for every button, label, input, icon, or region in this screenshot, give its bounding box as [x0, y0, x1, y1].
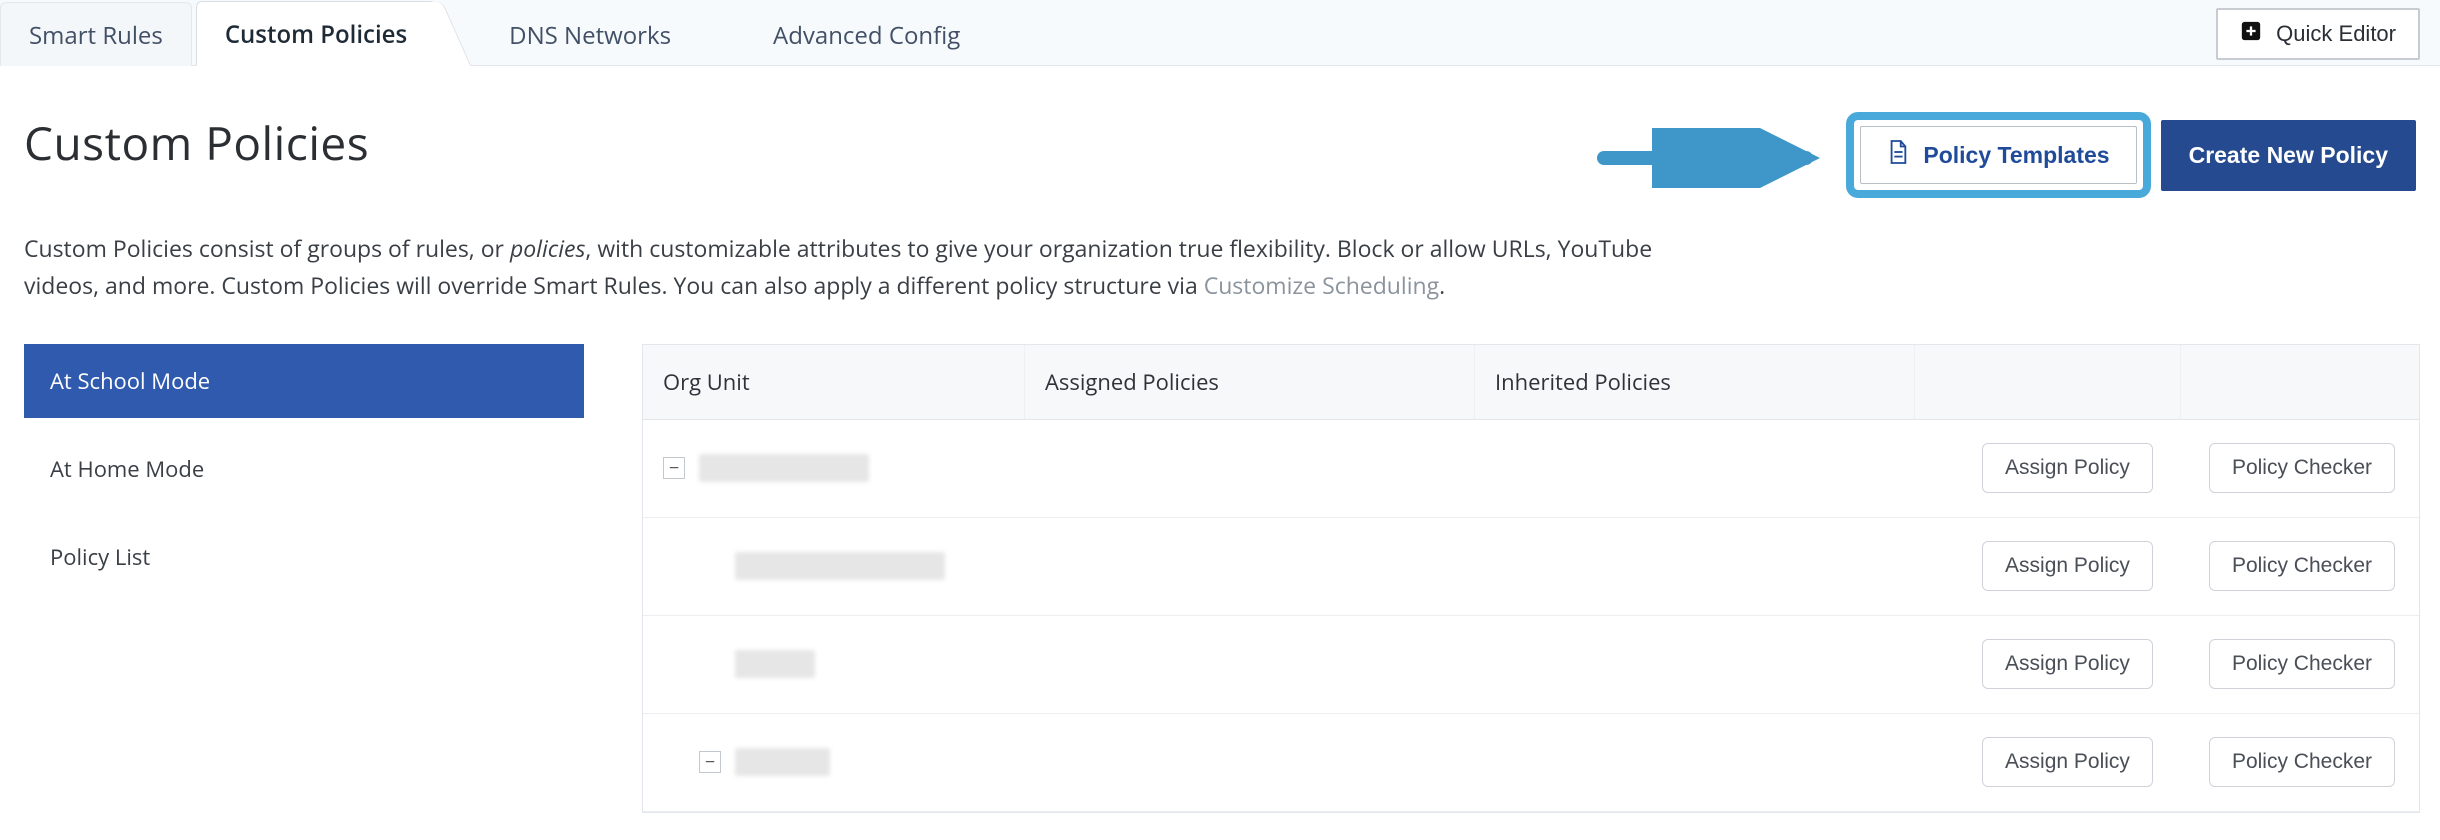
- plus-box-icon: [2240, 20, 2262, 48]
- desc-period: .: [1439, 269, 1445, 301]
- policy-checker-button[interactable]: Policy Checker: [2209, 639, 2395, 689]
- org-unit-name-redacted: [735, 650, 815, 678]
- tab-smart-rules[interactable]: Smart Rules: [0, 2, 192, 66]
- row-actions: Assign Policy Policy Checker: [1982, 737, 2399, 787]
- col-inherited-policies: Inherited Policies: [1475, 345, 1915, 419]
- collapse-icon[interactable]: −: [699, 751, 721, 773]
- assign-policy-button[interactable]: Assign Policy: [1982, 737, 2153, 787]
- row-actions: Assign Policy Policy Checker: [1982, 639, 2399, 689]
- assign-policy-button[interactable]: Assign Policy: [1982, 443, 2153, 493]
- callout-arrow-icon: [1596, 128, 1826, 195]
- col-assigned-policies: Assigned Policies: [1025, 345, 1475, 419]
- org-unit-cell: [663, 650, 1045, 678]
- sidebar: At School Mode At Home Mode Policy List: [24, 344, 584, 594]
- page-title: Custom Policies: [24, 112, 369, 174]
- create-new-policy-button[interactable]: Create New Policy: [2161, 120, 2416, 191]
- desc-part1: Custom Policies consist of groups of rul…: [24, 232, 510, 264]
- main-tabs: Smart Rules Custom Policies DNS Networks…: [0, 0, 2440, 66]
- policies-table: Org Unit Assigned Policies Inherited Pol…: [642, 344, 2420, 813]
- org-unit-cell: −: [663, 454, 1045, 482]
- col-spacer1: [1915, 345, 2181, 419]
- table-row: − Assign Policy Policy Checker: [643, 714, 2419, 812]
- customize-scheduling-link[interactable]: Customize Scheduling: [1204, 269, 1439, 301]
- tab-dns-networks[interactable]: DNS Networks: [480, 2, 700, 66]
- assign-policy-button[interactable]: Assign Policy: [1982, 541, 2153, 591]
- desc-policies-em: policies: [510, 232, 585, 264]
- header-actions: Policy Templates Create New Policy: [1846, 112, 2416, 198]
- document-icon: [1887, 139, 1909, 171]
- col-org-unit: Org Unit: [643, 345, 1025, 419]
- collapse-icon[interactable]: −: [663, 457, 685, 479]
- row-actions: Assign Policy Policy Checker: [1982, 541, 2399, 591]
- tab-advanced-config[interactable]: Advanced Config: [744, 2, 989, 66]
- org-unit-name-redacted: [699, 454, 869, 482]
- quick-editor-label: Quick Editor: [2276, 21, 2396, 47]
- page-description: Custom Policies consist of groups of rul…: [0, 198, 1700, 304]
- policy-templates-button[interactable]: Policy Templates: [1860, 126, 2136, 184]
- row-actions: Assign Policy Policy Checker: [1982, 443, 2399, 493]
- sidebar-item-at-home[interactable]: At Home Mode: [24, 432, 584, 506]
- table-row: − Assign Policy Policy Checker: [643, 420, 2419, 518]
- policy-templates-highlight: Policy Templates: [1846, 112, 2150, 198]
- quick-editor-button[interactable]: Quick Editor: [2216, 8, 2420, 60]
- org-unit-cell: [663, 552, 1045, 580]
- table-row: Assign Policy Policy Checker: [643, 518, 2419, 616]
- policy-checker-button[interactable]: Policy Checker: [2209, 737, 2395, 787]
- org-unit-name-redacted: [735, 748, 830, 776]
- policy-checker-button[interactable]: Policy Checker: [2209, 541, 2395, 591]
- sidebar-item-at-school[interactable]: At School Mode: [24, 344, 584, 418]
- table-header: Org Unit Assigned Policies Inherited Pol…: [643, 345, 2419, 420]
- page-header: Custom Policies: [0, 66, 2440, 198]
- sidebar-item-policy-list[interactable]: Policy List: [24, 520, 584, 594]
- policy-templates-label: Policy Templates: [1923, 142, 2109, 169]
- table-body: −Assign PolicyPolicy CheckerAssign Polic…: [643, 420, 2419, 812]
- table-row: Assign Policy Policy Checker: [643, 616, 2419, 714]
- tab-custom-policies[interactable]: Custom Policies: [196, 1, 436, 66]
- assign-policy-button[interactable]: Assign Policy: [1982, 639, 2153, 689]
- policy-checker-button[interactable]: Policy Checker: [2209, 443, 2395, 493]
- org-unit-name-redacted: [735, 552, 945, 580]
- tab-label: Custom Policies: [225, 18, 407, 51]
- col-spacer2: [2181, 345, 2419, 419]
- org-unit-cell: −: [663, 748, 1045, 776]
- content-area: At School Mode At Home Mode Policy List …: [0, 304, 2440, 813]
